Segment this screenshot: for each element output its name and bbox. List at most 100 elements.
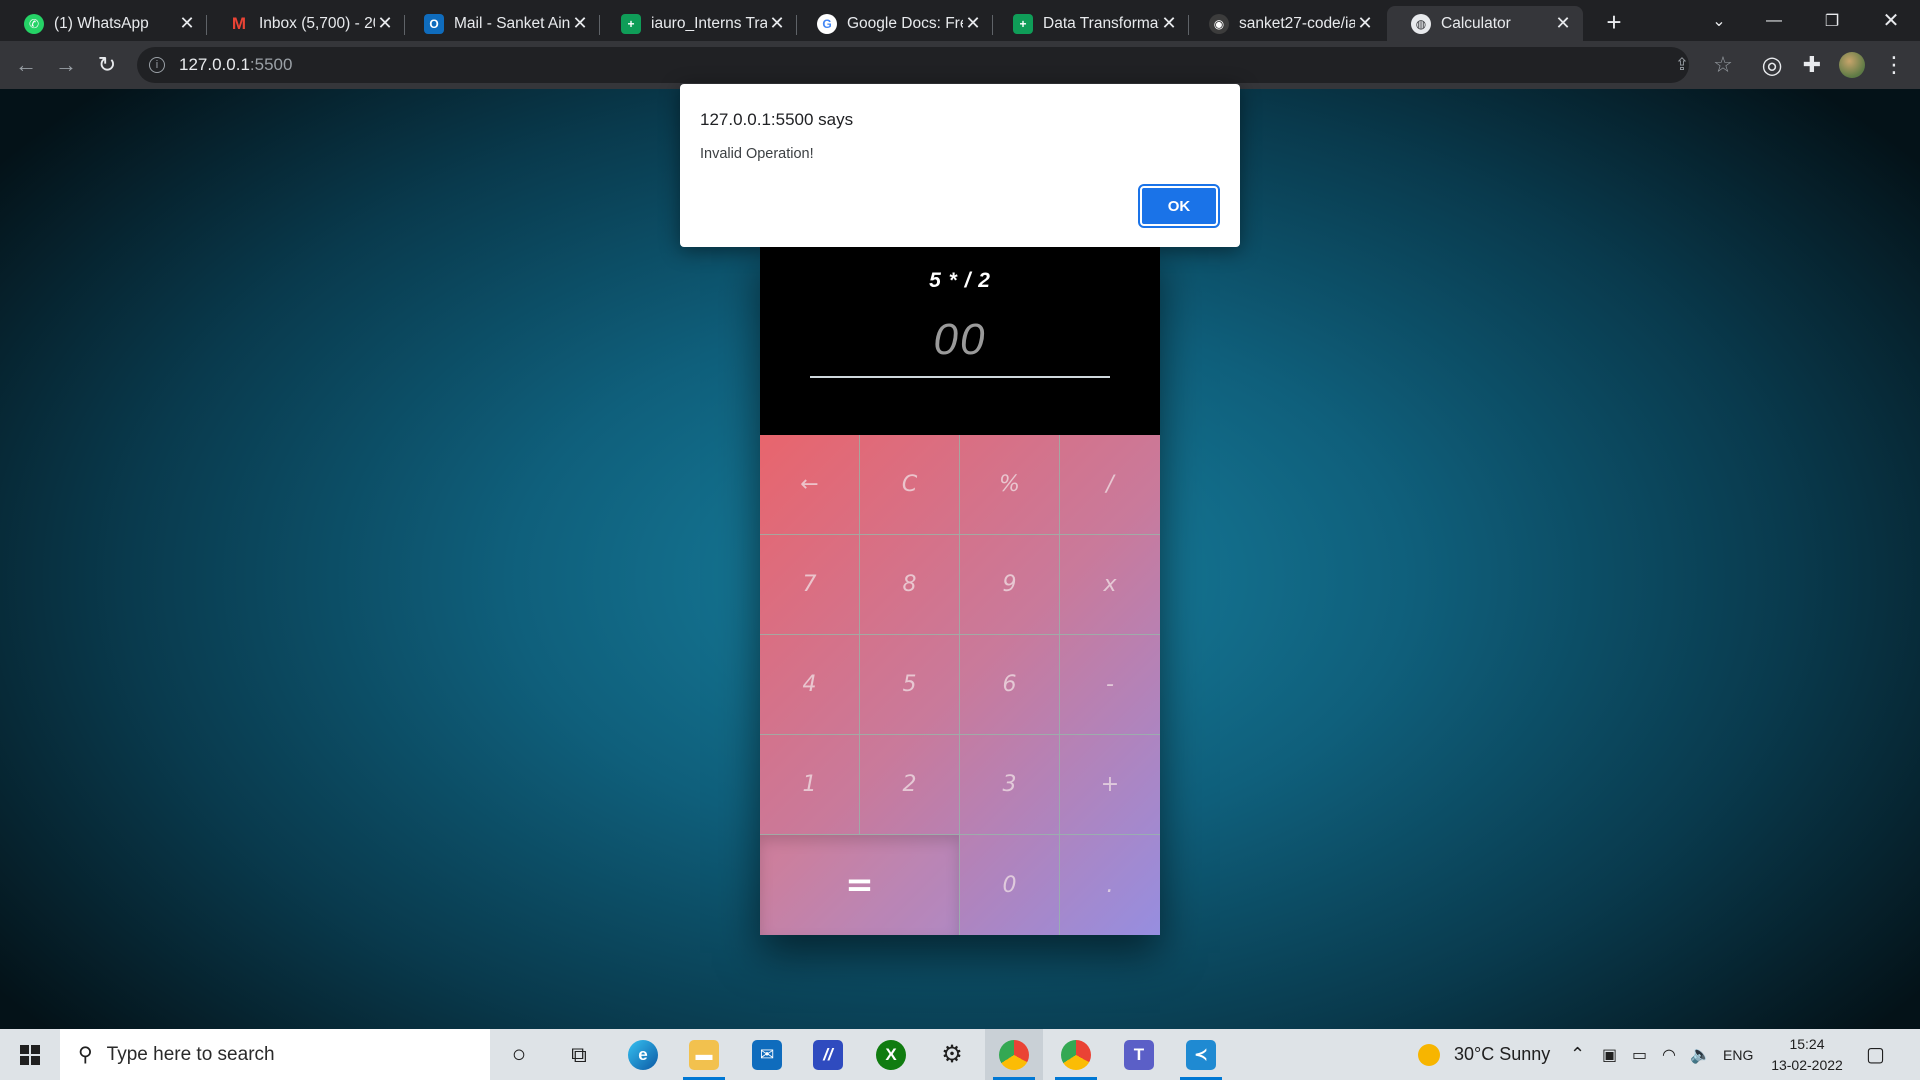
key-decimal[interactable]: .: [1060, 835, 1160, 935]
extensions-puzzle-icon[interactable]: ✚: [1796, 49, 1828, 81]
restore-button[interactable]: ❐: [1803, 0, 1861, 41]
menu-kebab-icon[interactable]: ⋮: [1878, 49, 1910, 81]
url-text: 127.0.0.1:5500: [179, 55, 292, 75]
result-text: 00: [933, 315, 987, 364]
tab-title: Calculator: [1441, 14, 1511, 32]
cortana-icon[interactable]: ○: [490, 1029, 548, 1080]
key-2[interactable]: 2: [860, 735, 960, 835]
minimize-button[interactable]: —: [1745, 0, 1803, 41]
key-subtract[interactable]: -: [1060, 635, 1160, 735]
language-indicator[interactable]: ENG: [1723, 1029, 1753, 1080]
close-tab-icon[interactable]: ✕: [1159, 13, 1179, 34]
reload-button[interactable]: ↻: [91, 49, 123, 81]
tab-calculator[interactable]: ◍ Calculator ✕: [1387, 6, 1583, 41]
close-tab-icon[interactable]: ✕: [963, 13, 983, 34]
key-percent[interactable]: %: [960, 435, 1060, 535]
close-window-button[interactable]: ✕: [1862, 0, 1920, 41]
settings-gear-icon[interactable]: ⚙: [923, 1029, 981, 1080]
tray-overflow-chevron-icon[interactable]: ⌃: [1570, 1029, 1585, 1080]
xbox-icon[interactable]: X: [862, 1029, 920, 1080]
meet-now-icon[interactable]: ▣: [1602, 1029, 1617, 1080]
dialog-message: Invalid Operation!: [700, 146, 814, 162]
windows-logo-icon: [20, 1044, 40, 1065]
tab-search-chevron-icon[interactable]: ⌄: [1690, 0, 1748, 41]
close-tab-icon[interactable]: ✕: [177, 13, 197, 34]
calculator: 5 * / 2 00 ← C % / 7 8 9 x 4 5 6 - 1 2 3…: [760, 247, 1160, 935]
new-tab-button[interactable]: +: [1598, 8, 1630, 36]
sheets-icon: +: [1013, 13, 1033, 34]
forward-button[interactable]: →: [50, 49, 82, 81]
key-4[interactable]: 4: [760, 635, 860, 735]
key-5[interactable]: 5: [860, 635, 960, 735]
key-add[interactable]: +: [1060, 735, 1160, 835]
key-1[interactable]: 1: [760, 735, 860, 835]
search-icon: ⚲: [78, 1044, 93, 1066]
key-0[interactable]: 0: [960, 835, 1060, 935]
close-tab-icon[interactable]: ✕: [767, 13, 787, 34]
profile-avatar[interactable]: [1839, 52, 1865, 78]
sun-icon: [1418, 1043, 1440, 1066]
ok-button[interactable]: OK: [1138, 184, 1220, 228]
expression-text: 5 * / 2: [929, 269, 991, 292]
close-tab-icon[interactable]: ✕: [1553, 13, 1573, 34]
start-button[interactable]: [0, 1029, 60, 1080]
url-port: :5500: [249, 55, 293, 74]
volume-icon[interactable]: 🔈: [1690, 1029, 1711, 1080]
chrome-icon[interactable]: [985, 1029, 1043, 1080]
wifi-icon[interactable]: ◠: [1662, 1029, 1676, 1080]
tab-title: sanket27-code/ia: [1239, 14, 1355, 32]
bookmark-star-icon[interactable]: ☆: [1707, 49, 1739, 81]
clock[interactable]: 15:24 13-02-2022: [1762, 1034, 1852, 1076]
tab-title: Google Docs: Fre: [847, 14, 963, 32]
weather-text: 30°C Sunny: [1454, 1044, 1551, 1064]
file-explorer-icon[interactable]: ▬: [675, 1029, 733, 1080]
tab-title: Mail - Sanket Ain: [454, 14, 570, 32]
calculator-display: 5 * / 2 00: [760, 247, 1160, 435]
taskbar-search[interactable]: ⚲ Type here to search: [60, 1029, 490, 1080]
tab-outlook[interactable]: O Mail - Sanket Ain ✕: [400, 6, 600, 41]
tab-sheets-interns[interactable]: + iauro_Interns Trai ✕: [597, 6, 797, 41]
close-tab-icon[interactable]: ✕: [375, 13, 395, 34]
battery-icon[interactable]: ▭: [1632, 1029, 1647, 1080]
chrome-profile-icon[interactable]: [1047, 1029, 1105, 1080]
close-tab-icon[interactable]: ✕: [1355, 13, 1375, 34]
key-equals[interactable]: =: [760, 835, 960, 935]
address-bar[interactable]: i 127.0.0.1:5500: [137, 47, 1689, 83]
key-8[interactable]: 8: [860, 535, 960, 635]
mail-icon[interactable]: ✉: [738, 1029, 796, 1080]
close-tab-icon[interactable]: ✕: [570, 13, 590, 34]
tab-title: (1) WhatsApp: [54, 14, 149, 32]
teams-icon[interactable]: T: [1110, 1029, 1168, 1080]
windows-taskbar: ⚲ Type here to search ○ ⧉ e ▬ ✉ // X ⚙ T…: [0, 1029, 1920, 1080]
task-view-icon[interactable]: ⧉: [550, 1029, 608, 1080]
tab-title: iauro_Interns Trai: [651, 14, 767, 32]
back-button[interactable]: ←: [10, 49, 42, 81]
key-clear[interactable]: C: [860, 435, 960, 535]
tab-gmail[interactable]: M Inbox (5,700) - 20 ✕: [205, 6, 405, 41]
tab-github[interactable]: ◉ sanket27-code/ia ✕: [1185, 6, 1385, 41]
key-3[interactable]: 3: [960, 735, 1060, 835]
notifications-icon[interactable]: ▢: [1866, 1029, 1885, 1080]
share-icon[interactable]: ⇪: [1666, 49, 1698, 81]
keypad: ← C % / 7 8 9 x 4 5 6 - 1 2 3 + = 0 .: [760, 435, 1160, 935]
key-divide[interactable]: /: [1060, 435, 1160, 535]
tab-title: Data Transformat: [1043, 14, 1159, 32]
powerautomate-icon[interactable]: //: [799, 1029, 857, 1080]
tab-whatsapp[interactable]: ✆ (1) WhatsApp ✕: [0, 6, 207, 41]
outlook-icon: O: [424, 13, 444, 34]
search-placeholder: Type here to search: [106, 1043, 275, 1065]
key-backspace[interactable]: ←: [760, 435, 860, 535]
key-9[interactable]: 9: [960, 535, 1060, 635]
url-host: 127.0.0.1: [179, 55, 250, 74]
key-6[interactable]: 6: [960, 635, 1060, 735]
tab-sheets-data[interactable]: + Data Transformat ✕: [989, 6, 1189, 41]
key-multiply[interactable]: x: [1060, 535, 1160, 635]
weather-widget[interactable]: 30°C Sunny: [1418, 1029, 1550, 1080]
site-info-icon[interactable]: i: [149, 57, 165, 73]
edge-icon[interactable]: e: [614, 1029, 672, 1080]
vscode-icon[interactable]: ≺: [1172, 1029, 1230, 1080]
key-7[interactable]: 7: [760, 535, 860, 635]
gmail-icon: M: [231, 13, 247, 33]
tab-google-docs[interactable]: G Google Docs: Fre ✕: [793, 6, 993, 41]
extension-icon[interactable]: ◎: [1756, 49, 1788, 81]
